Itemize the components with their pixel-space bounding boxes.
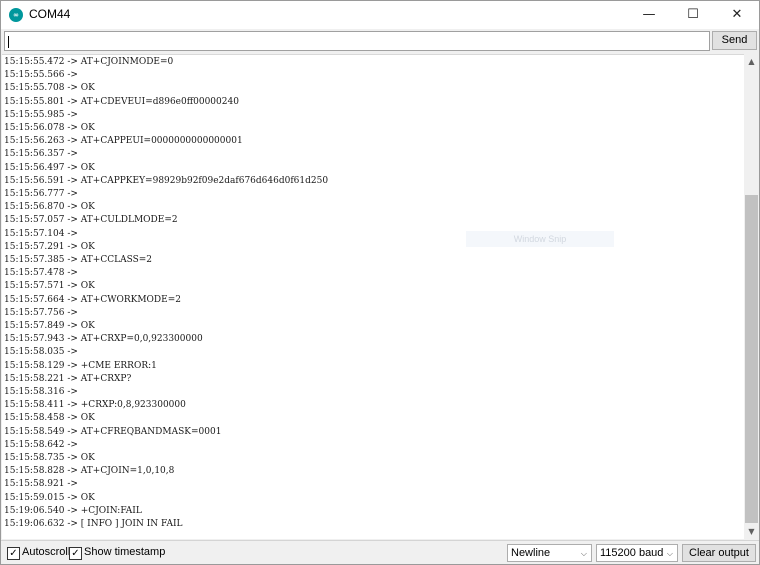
title-bar[interactable]: ∞ COM44 — ☐ ✕ <box>1 1 759 29</box>
output-line: 15:19:06.632 -> [ INFO ] JOIN IN FAIL <box>4 519 183 529</box>
output-line: 15:15:58.642 -> <box>4 439 81 450</box>
show-timestamp-checkbox[interactable]: ✓ <box>69 547 82 560</box>
output-line: 15:15:56.497 -> OK <box>4 162 95 173</box>
output-line: 15:15:57.849 -> OK <box>4 321 95 331</box>
output-line: 15:15:58.921 -> <box>4 479 81 490</box>
output-line: 15:15:58.458 -> OK <box>4 413 95 424</box>
output-line: 15:15:57.571 -> OK <box>4 281 95 292</box>
serial-monitor-window: ∞ COM44 — ☐ ✕ Send Window Snip 15:15:55.… <box>0 0 760 565</box>
scroll-up-icon[interactable]: ▲ <box>744 54 759 69</box>
autoscroll-label: Autoscroll <box>22 546 71 558</box>
vertical-scrollbar[interactable]: ▲ ▼ <box>744 54 759 539</box>
maximize-icon[interactable]: ☐ <box>671 1 715 29</box>
serial-output[interactable]: Window Snip 15:15:55.472 -> AT+CJOINMODE… <box>2 54 744 539</box>
output-line: 15:15:58.035 -> <box>4 347 81 358</box>
footer-bar: ✓ Autoscroll ✓ Show timestamp Newline ⌵ … <box>1 540 759 564</box>
output-line: 15:15:55.985 -> <box>4 109 81 120</box>
message-input[interactable] <box>4 31 710 51</box>
output-line: 15:15:58.735 -> OK <box>4 453 95 463</box>
send-row <box>1 29 759 53</box>
chevron-down-icon: ⌵ <box>580 549 587 558</box>
output-line: 15:15:57.057 -> AT+CULDLMODE=2 <box>4 215 178 226</box>
baud-rate-value: 115200 baud <box>600 547 664 559</box>
output-line: 15:15:55.566 -> <box>4 70 81 81</box>
output-line: 15:15:57.478 -> <box>4 268 81 279</box>
output-line: 15:15:57.291 -> OK <box>4 241 95 252</box>
output-line: 15:15:57.385 -> AT+CCLASS=2 <box>4 255 153 265</box>
autoscroll-checkbox[interactable]: ✓ <box>7 547 20 560</box>
line-ending-value: Newline <box>511 547 551 559</box>
line-ending-select[interactable]: Newline ⌵ <box>507 544 592 562</box>
output-line: 15:15:57.664 -> AT+CWORKMODE=2 <box>4 294 181 305</box>
output-line: 15:15:56.777 -> <box>4 189 81 199</box>
minimize-icon[interactable]: — <box>627 1 671 29</box>
window-title: COM44 <box>29 7 71 21</box>
output-line: 15:15:57.104 -> <box>4 228 81 239</box>
window-snip-watermark: Window Snip <box>466 231 614 247</box>
baud-rate-select[interactable]: 115200 baud ⌵ <box>596 544 678 562</box>
output-line: 15:15:56.591 -> AT+CAPPKEY=98929b92f09e2… <box>4 175 329 186</box>
output-line: 15:15:58.129 -> +CME ERROR:1 <box>4 360 157 371</box>
output-line: 15:15:55.472 -> AT+CJOINMODE=0 <box>4 57 174 67</box>
scroll-down-icon[interactable]: ▼ <box>744 524 759 539</box>
output-line: 15:15:58.316 -> <box>4 387 81 397</box>
show-timestamp-label: Show timestamp <box>84 546 166 558</box>
output-line: 15:15:58.828 -> AT+CJOIN=1,0,10,8 <box>4 466 175 477</box>
chevron-down-icon: ⌵ <box>666 549 673 558</box>
output-line: 15:15:56.078 -> OK <box>4 123 95 133</box>
close-icon[interactable]: ✕ <box>715 1 759 29</box>
output-line: 15:15:57.943 -> AT+CRXP=0,0,923300000 <box>4 334 203 345</box>
output-line: 15:15:58.221 -> AT+CRXP? <box>4 373 132 384</box>
output-line: 15:19:06.540 -> +CJOIN:FAIL <box>4 505 142 516</box>
output-line: 15:15:58.549 -> AT+CFREQBANDMASK=0001 <box>4 426 222 437</box>
arduino-icon: ∞ <box>9 8 23 22</box>
text-caret <box>8 36 9 48</box>
output-line: 15:15:55.708 -> OK <box>4 83 95 94</box>
clear-output-button[interactable]: Clear output <box>682 544 756 562</box>
scrollbar-thumb[interactable] <box>745 195 758 523</box>
output-line: 15:15:55.801 -> AT+CDEVEUI=d896e0ff00000… <box>4 96 239 107</box>
output-line: 15:15:57.756 -> <box>4 307 81 318</box>
output-line: 15:15:58.411 -> +CRXP:0,8,923300000 <box>4 400 186 411</box>
output-line: 15:15:59.015 -> OK <box>4 492 95 503</box>
send-button[interactable]: Send <box>712 31 757 50</box>
output-line: 15:15:56.357 -> <box>4 149 81 160</box>
output-line: 15:15:56.263 -> AT+CAPPEUI=0000000000000… <box>4 136 243 147</box>
output-line: 15:15:56.870 -> OK <box>4 202 95 213</box>
